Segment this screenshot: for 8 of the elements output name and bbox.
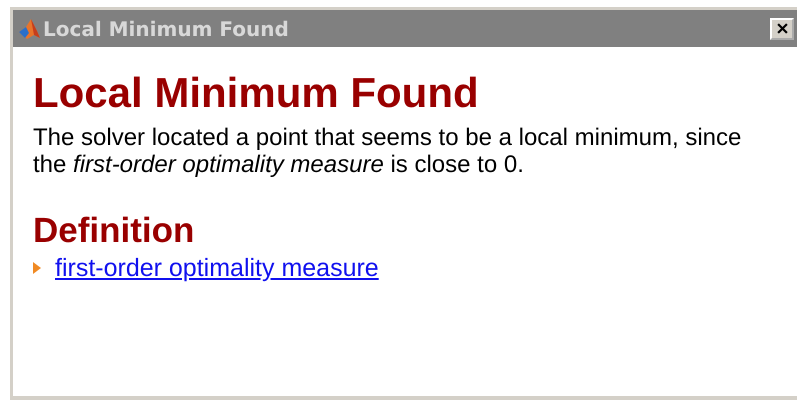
- app-logo-icon: [17, 16, 41, 40]
- message-text: The solver located a point that seems to be a local minimum, since the first-order optimality measure is close to 0.: [33, 124, 742, 178]
- section-heading: Definition: [33, 211, 196, 251]
- definition-link[interactable]: first-order optimality measure: [55, 254, 379, 282]
- close-button[interactable]: [770, 18, 794, 40]
- page-heading: Local Minimum Found: [33, 69, 480, 116]
- window-title: Local Minimum Found: [43, 16, 290, 40]
- close-icon: [776, 23, 788, 34]
